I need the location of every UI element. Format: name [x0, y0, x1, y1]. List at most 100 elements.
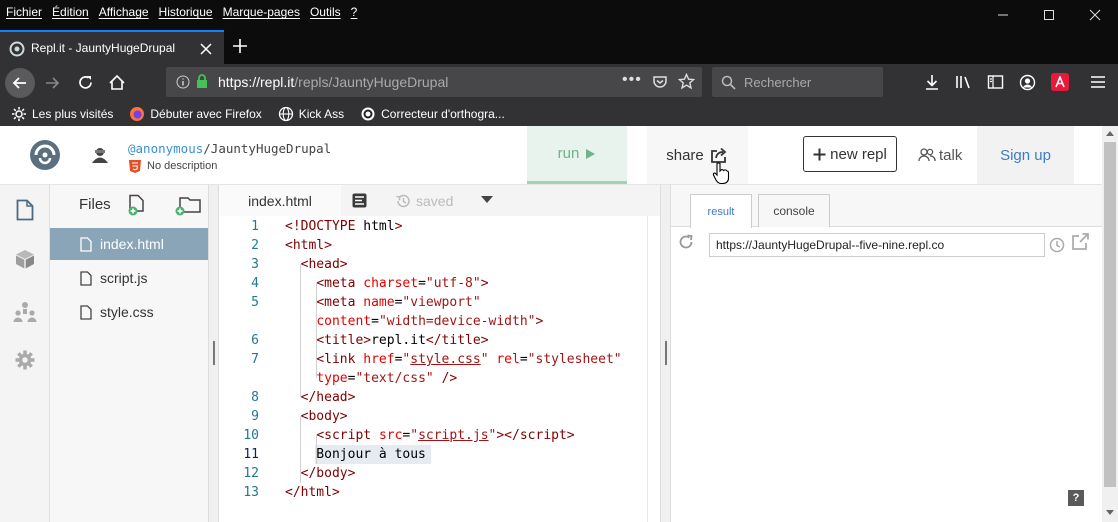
talk-link[interactable]: talk	[918, 126, 968, 184]
code-text: =	[519, 352, 528, 367]
multiplayer-icon[interactable]	[13, 301, 37, 323]
bookmark-firefox[interactable]: Débuter avec Firefox	[129, 106, 262, 122]
clock-icon[interactable]	[1049, 237, 1065, 253]
editor-tab-bar: index.html saved	[219, 185, 660, 216]
file-name: script.js	[100, 270, 148, 286]
code-tag: </html>	[285, 485, 340, 500]
search-box[interactable]: Rechercher	[712, 67, 883, 97]
share-button[interactable]: share	[647, 126, 748, 184]
code-attribute: content	[316, 314, 372, 329]
menu-affichage[interactable]: Affichage	[99, 5, 149, 19]
download-icon[interactable]	[924, 74, 940, 91]
hand-cursor-icon	[712, 162, 730, 185]
code-tag: <link	[316, 352, 364, 367]
file-item-script-js[interactable]: script.js	[50, 262, 208, 294]
resize-grip	[213, 341, 215, 365]
tab-close-icon[interactable]	[200, 43, 212, 55]
code-tag: <html>	[285, 238, 332, 253]
open-in-new-tab-icon[interactable]	[1071, 233, 1090, 251]
new-repl-button[interactable]: new repl	[803, 136, 897, 172]
plus-icon	[813, 148, 826, 160]
home-icon[interactable]	[108, 74, 126, 91]
reload-icon[interactable]	[77, 74, 94, 91]
menu-aide[interactable]: ?	[351, 5, 358, 19]
bookmark-label: Débuter avec Firefox	[150, 107, 262, 121]
url-domain: https://repl.it	[218, 74, 295, 90]
tab-console[interactable]: console	[758, 194, 830, 227]
scroll-up-icon[interactable]	[1106, 131, 1114, 137]
code-tag: <body>	[300, 409, 348, 424]
result-url-field[interactable]: https://JauntyHugeDrupal--five-nine.repl…	[709, 233, 1045, 257]
url-bar[interactable]: https://repl.it/repls/JauntyHugeDrupal •…	[166, 67, 702, 97]
code-link[interactable]: style.css	[410, 352, 480, 367]
files-icon[interactable]	[16, 199, 34, 221]
format-code-icon[interactable]	[352, 193, 367, 208]
repl-user-link[interactable]: @anonymous	[128, 141, 203, 156]
help-label: ?	[1072, 492, 1080, 504]
sidebar-icon[interactable]	[987, 74, 1004, 90]
search-icon	[721, 75, 736, 90]
tab-bar: Repl.it - JauntyHugeDrupal	[0, 24, 1118, 64]
line-number: 6	[251, 333, 259, 348]
files-panel: Files index.html script.js style.css	[50, 185, 208, 522]
bookmark-kick-ass[interactable]: Kick Ass	[278, 106, 344, 122]
code-tag: ></	[496, 428, 520, 443]
current-line-highlight	[219, 445, 647, 464]
forward-arrow-icon[interactable]	[44, 75, 60, 91]
menu-edition[interactable]: Édition	[52, 5, 89, 19]
menu-fichier[interactable]: Fichier	[6, 5, 42, 19]
result-tab-bar: result console	[671, 185, 1102, 228]
account-icon[interactable]	[1019, 74, 1036, 91]
sign-up-button[interactable]: Sign up	[977, 126, 1074, 184]
bookmark-correcteur[interactable]: Correcteur d'orthogra...	[360, 106, 505, 122]
replit-logo-icon[interactable]	[28, 138, 62, 172]
extension-icon[interactable]	[1051, 73, 1069, 91]
new-repl-label: new repl	[830, 145, 887, 163]
file-item-style-css[interactable]: style.css	[50, 296, 208, 328]
scroll-down-icon[interactable]	[1106, 510, 1114, 516]
browser-tab[interactable]: Repl.it - JauntyHugeDrupal	[0, 30, 224, 64]
pocket-icon[interactable]	[652, 74, 668, 90]
page-scrollbar[interactable]	[1102, 126, 1118, 522]
tab-result[interactable]: result	[690, 194, 752, 228]
editor-tab-index-html[interactable]: index.html	[219, 185, 341, 216]
code-line: Bonjour à tous	[285, 445, 426, 464]
file-item-index-html[interactable]: index.html	[50, 228, 208, 260]
menu-marque-pages[interactable]: Marque-pages	[223, 5, 300, 19]
run-button[interactable]: run	[527, 126, 627, 184]
new-tab-icon[interactable]	[232, 38, 248, 54]
panel-resize-handle[interactable]	[208, 185, 219, 522]
menu-outils[interactable]: Outils	[310, 5, 341, 19]
add-file-icon[interactable]	[128, 194, 148, 216]
scrollbar-thumb[interactable]	[1104, 142, 1116, 487]
globe-icon	[278, 106, 293, 122]
code-editor[interactable]: 1 2 3 4 5 6 7 8 9 10 11 12 13 <!DOCTYPE …	[219, 216, 647, 522]
info-icon[interactable]	[176, 75, 190, 89]
back-arrow-icon	[12, 77, 26, 89]
packages-cube-icon[interactable]	[15, 249, 35, 269]
panel-resize-handle-right[interactable]	[660, 185, 671, 522]
hamburger-menu-icon[interactable]	[1090, 75, 1106, 89]
back-button[interactable]	[5, 68, 35, 98]
bookmark-most-visited[interactable]: Les plus visités	[11, 106, 113, 122]
code-tag: >	[480, 276, 489, 291]
run-label: run	[557, 145, 580, 162]
settings-gear-icon[interactable]	[15, 350, 35, 370]
page-actions-icon[interactable]: •••	[622, 71, 642, 89]
code-link[interactable]: script.js	[418, 428, 488, 443]
url-path: /repls/JauntyHugeDrupal	[294, 74, 449, 90]
close-icon	[1089, 9, 1101, 21]
library-icon[interactable]	[955, 74, 973, 90]
chevron-down-icon[interactable]	[481, 196, 493, 204]
add-folder-icon[interactable]	[174, 194, 202, 216]
url-text: https://repl.it/repls/JauntyHugeDrupal	[218, 74, 448, 90]
help-button[interactable]: ?	[1068, 490, 1084, 506]
menu-historique[interactable]: Historique	[159, 5, 213, 19]
bookmark-star-icon[interactable]	[678, 73, 695, 90]
refresh-icon[interactable]	[678, 234, 694, 250]
code-line: <!DOCTYPE html>	[285, 217, 402, 236]
editor-scrollbar[interactable]	[647, 216, 660, 522]
